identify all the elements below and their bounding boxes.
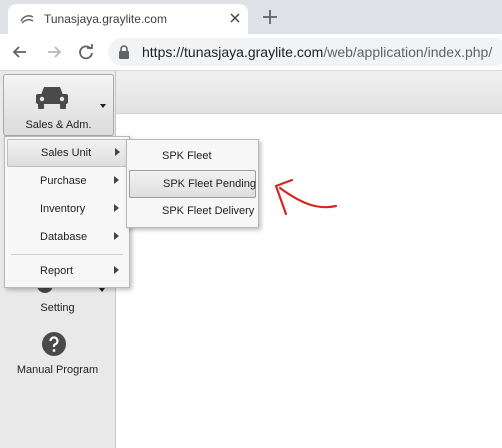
menu-item-purchase[interactable]: Purchase [7,168,125,194]
submenu-item-spk-fleet-pending[interactable]: SPK Fleet Pending [129,170,256,198]
url-text[interactable]: https://tunasjaya.graylite.com/web/appli… [142,44,492,60]
sidebar-item-label: Manual Program [16,364,99,376]
menu-item-inventory[interactable]: Inventory [7,196,125,222]
menu-item-label: Purchase [40,175,87,187]
sidebar-item-manual-program[interactable]: Manual Program [3,329,112,379]
browser-tab[interactable]: Tunasjaya.graylite.com [8,4,248,34]
sidebar-item-label: Setting [40,302,75,314]
chevron-down-icon [99,288,105,292]
submenu-item-label: SPK Fleet Delivery [162,205,255,217]
menu-item-label: Report [40,265,74,277]
site-favicon-icon [20,15,34,24]
car-icon [36,87,68,109]
address-bar[interactable]: https://tunasjaya.graylite.com/web/appli… [108,38,502,66]
plus-icon[interactable] [260,7,280,27]
submenu-item-label: SPK Fleet [162,150,212,162]
menu-item-label: Sales Unit [41,147,92,159]
close-icon[interactable] [226,9,244,27]
back-arrow-icon[interactable] [10,42,30,62]
menu-item-sales-unit[interactable]: Sales Unit [7,139,127,167]
reload-icon[interactable] [76,42,96,62]
url-path: /web/application/index.php/ [323,44,493,60]
chevron-right-icon [114,176,119,184]
sidebar-item-sales-adm[interactable]: Sales & Adm. [3,74,114,136]
chevron-right-icon [114,232,119,240]
sales-adm-menu: Sales Unit Purchase Inventory Database R… [4,136,130,288]
browser-tabstrip: Tunasjaya.graylite.com [0,0,502,34]
browser-toolbar: https://tunasjaya.graylite.com/web/appli… [0,34,502,71]
submenu-item-label: SPK Fleet Pending [163,178,256,190]
menu-item-report[interactable]: Report [7,258,125,284]
annotation-arrow-icon [274,178,338,216]
chevron-right-icon [115,148,120,156]
content-header-bar [115,71,502,114]
tab-title: Tunasjaya.graylite.com [44,12,167,26]
submenu-item-spk-fleet-delivery[interactable]: SPK Fleet Delivery [129,198,254,224]
menu-item-database[interactable]: Database [7,224,125,250]
menu-item-label: Database [40,231,88,243]
chevron-down-icon [100,104,106,108]
forward-arrow-icon[interactable] [44,42,64,62]
chevron-right-icon [114,266,119,274]
chevron-right-icon [114,204,119,212]
sidebar-item-label: Sales & Adm. [25,119,92,131]
lock-icon[interactable] [118,45,130,59]
sales-unit-submenu: SPK Fleet SPK Fleet Pending SPK Fleet De… [126,139,259,228]
url-host: https://tunasjaya.graylite.com [142,44,324,60]
menu-divider [11,254,123,255]
submenu-item-spk-fleet[interactable]: SPK Fleet [129,143,254,169]
question-icon [42,332,66,356]
menu-item-label: Inventory [40,203,86,215]
